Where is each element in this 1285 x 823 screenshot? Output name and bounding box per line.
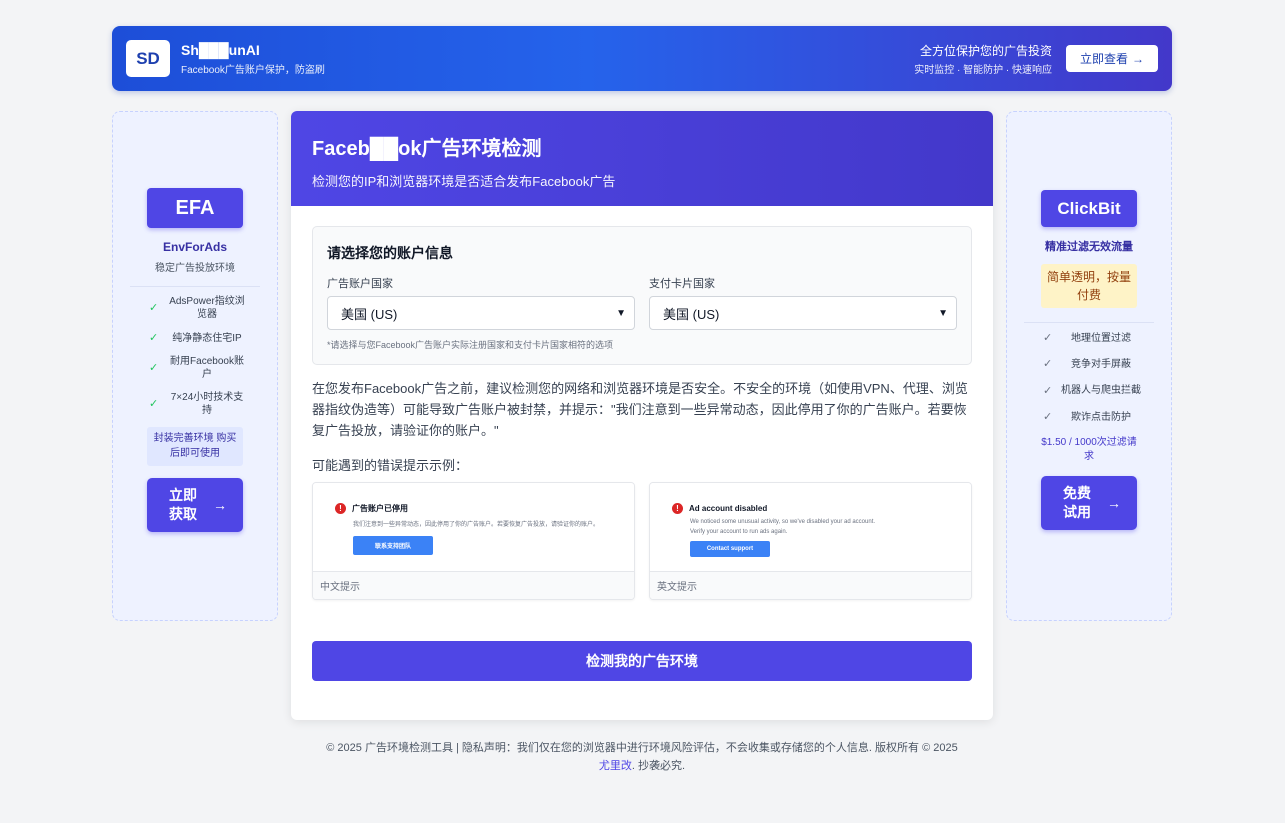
left-ad-panel: EFA EnvForAds 稳定广告投放环境 ✓ AdsPower指纹浏览器 ✓ 纯… [112, 111, 278, 621]
list-item: ✓ 纯净静态住宅IP [149, 332, 242, 344]
footer: © 2025 广告环境检测工具 | 隐私声明：我们仅在您的浏览器中进行环境风险评… [291, 740, 993, 775]
arrow-right-icon: → [213, 496, 227, 513]
banner-text: 全方位保护您的广告投资 实时监控 · 智能防护 · 快速响应 [914, 42, 1052, 76]
chevron-down-icon: ▼ [616, 307, 626, 319]
error-example-chinese: ! 广告账户已停用 我们注意到一些异常动态，因此停用了你的广告账户。若要恢复广告… [312, 482, 635, 601]
example-header: ! 广告账户已停用 [335, 503, 634, 515]
footer-text: © 2025 广告环境检测工具 | 隐私声明：我们仅在您的浏览器中进行环境风险评… [326, 742, 958, 754]
list-item: ✓ 耐用Facebook账户 [149, 356, 244, 381]
banner-right: 全方位保护您的广告投资 实时监控 · 智能防护 · 快速响应 立即查看 → [914, 42, 1158, 76]
left-ad-desc: 稳定广告投放环境 [155, 263, 235, 274]
check-environment-button[interactable]: 检测我的广告环境 [312, 641, 972, 682]
example-preview: ! 广告账户已停用 我们注意到一些异常动态，因此停用了你的广告账户。若要恢复广告… [313, 483, 634, 572]
error-example-english: ! Ad account disabled We noticed some un… [649, 482, 972, 601]
footer-author-link[interactable]: 尤里改 [599, 760, 632, 772]
brand: Sh███unAI Facebook广告账户保护，防盗刷 [181, 42, 325, 76]
brand-logo: SD [126, 40, 170, 77]
example-header: ! Ad account disabled [672, 503, 971, 515]
check-icon: ✓ [1043, 410, 1053, 423]
example-support-button: 联系支持团队 [353, 536, 433, 556]
check-icon: ✓ [149, 398, 159, 411]
pricing-badge: 简单透明，按量付费 [1041, 264, 1137, 308]
list-item: ✓ 竞争对手屏蔽 [1043, 358, 1131, 371]
check-icon: ✓ [1043, 358, 1053, 371]
ad-country-label: 广告账户国家 [327, 278, 393, 290]
left-ad-name: EnvForAds [162, 240, 227, 254]
divider [130, 286, 260, 287]
banner-headline: 全方位保护您的广告投资 [919, 43, 1052, 58]
main-card: Faceb██ok广告环境检测 检测您的IP和浏览器环境是否适合发布Facebo… [291, 111, 993, 720]
efa-badge: EFA [147, 188, 243, 228]
ad-country-value: 美国 (US) [341, 306, 398, 322]
example-title: 广告账户已停用 [352, 504, 408, 514]
error-icon: ! [672, 503, 683, 515]
page-title: Faceb██ok广告环境检测 [312, 138, 542, 160]
right-ad-price-note: $1.50 / 1000次过滤请求 [1041, 437, 1137, 463]
error-icon: ! [335, 503, 346, 515]
divider [1024, 322, 1154, 323]
check-icon: ✓ [1043, 384, 1053, 397]
left-ad-note: 封装完善环境 购买后即可使用 [147, 427, 243, 467]
card-country-field: 支付卡片国家 美国 (US) ▼ [649, 275, 957, 330]
example-caption: 中文提示 [313, 571, 634, 600]
example-support-button: Contact support [690, 541, 770, 558]
example-line: 我们注意到一些异常动态，因此停用了你的广告账户。若要恢复广告投放，请验证你的账户… [353, 522, 600, 529]
get-now-button[interactable]: 立即获取 → [147, 478, 243, 533]
left-feature-list: ✓ AdsPower指纹浏览器 ✓ 纯净静态住宅IP ✓ 耐用Facebook账户 ✓… [113, 295, 277, 417]
get-now-label: 立即获取 [169, 487, 197, 523]
check-icon: ✓ [1043, 332, 1053, 344]
brand-subtitle: Facebook广告账户保护，防盗刷 [181, 64, 325, 76]
footer-tail: . 抄袭必究. [631, 759, 686, 772]
main-body: 请选择您的账户信息 广告账户国家 美国 (US) ▼ 支付卡片国家 美国 (US… [291, 206, 993, 682]
check-icon: ✓ [149, 301, 159, 314]
list-item: ✓ 7×24小时技术支持 [149, 392, 244, 417]
error-examples: ! 广告账户已停用 我们注意到一些异常动态，因此停用了你的广告账户。若要恢复广告… [312, 482, 972, 601]
ad-country-select[interactable]: 美国 (US) ▼ [327, 296, 635, 330]
chevron-down-icon: ▼ [938, 307, 948, 319]
view-now-label: 立即查看 [1079, 52, 1128, 66]
main-header: Faceb██ok广告环境检测 检测您的IP和浏览器环境是否适合发布Facebo… [291, 111, 993, 206]
page-subtitle: 检测您的IP和浏览器环境是否适合发布Facebook广告 [312, 174, 616, 189]
arrow-right-icon: → [1132, 51, 1144, 66]
banner-subline: 实时监控 · 智能防护 · 快速响应 [914, 64, 1052, 76]
example-caption: 英文提示 [650, 571, 971, 600]
brand-name: Sh███unAI [181, 41, 260, 58]
arrow-right-icon: → [1107, 494, 1121, 511]
country-hint: *请选择与您Facebook广告账户实际注册国家和支付卡片国家相符的选项 [327, 340, 614, 350]
top-banner: SD Sh███unAI Facebook广告账户保护，防盗刷 全方位保护您的广… [112, 26, 1172, 91]
account-info-title: 请选择您的账户信息 [327, 245, 453, 261]
card-country-label: 支付卡片国家 [649, 278, 715, 290]
card-country-select[interactable]: 美国 (US) ▼ [649, 296, 957, 330]
view-now-button[interactable]: 立即查看 → [1066, 45, 1158, 72]
card-country-value: 美国 (US) [663, 306, 720, 322]
check-icon: ✓ [149, 362, 159, 375]
examples-label: 可能遇到的错误提示示例： [312, 458, 469, 474]
clickbit-badge: ClickBit [1041, 190, 1137, 227]
list-item: ✓ 机器人与爬虫拦截 [1043, 384, 1141, 397]
ad-country-field: 广告账户国家 美国 (US) ▼ [327, 275, 635, 330]
check-icon: ✓ [149, 332, 159, 344]
intro-paragraph: 在您发布Facebook广告之前，建议检测您的网络和浏览器环境是否安全。不安全的… [312, 381, 968, 438]
example-line: We noticed some unusual activity, so we'… [690, 519, 876, 526]
free-trial-label: 免费试用 [1063, 485, 1091, 521]
example-title: Ad account disabled [689, 504, 768, 514]
right-feature-list: ✓ 地理位置过滤 ✓ 竞争对手屏蔽 ✓ 机器人与爬虫拦截 ✓ 欺诈点击防护 [1007, 331, 1171, 424]
right-ad-panel: ClickBit 精准过滤无效流量 简单透明，按量付费 ✓ 地理位置过滤 ✓ 竞争对… [1006, 111, 1172, 621]
right-ad-tagline: 精准过滤无效流量 [1045, 241, 1133, 253]
selects-row: 广告账户国家 美国 (US) ▼ 支付卡片国家 美国 (US) ▼ [327, 275, 957, 330]
free-trial-button[interactable]: 免费试用 → [1041, 476, 1137, 531]
list-item: ✓ AdsPower指纹浏览器 [149, 296, 245, 320]
example-line: Verify your account to run ads again. [690, 529, 788, 536]
account-info-section: 请选择您的账户信息 广告账户国家 美国 (US) ▼ 支付卡片国家 美国 (US… [312, 226, 972, 365]
list-item: ✓ 地理位置过滤 [1043, 332, 1131, 344]
example-preview: ! Ad account disabled We noticed some un… [650, 483, 971, 572]
list-item: ✓ 欺诈点击防护 [1043, 410, 1131, 423]
